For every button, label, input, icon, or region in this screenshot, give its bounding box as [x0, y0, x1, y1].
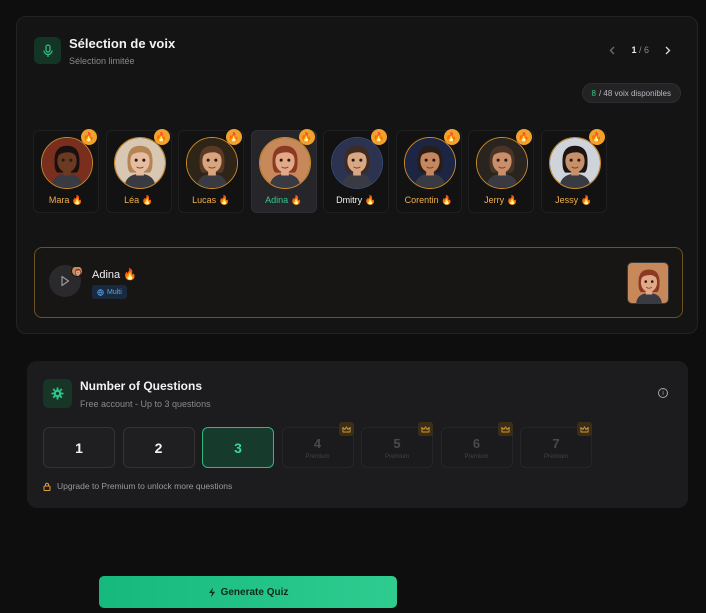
question-count-option-3[interactable]: 3 — [202, 427, 274, 468]
avatar — [548, 137, 601, 189]
voice-card-lucas[interactable]: 🔥 Lucas 🔥 — [178, 129, 244, 213]
question-count-option-6[interactable]: 6 Premium — [440, 422, 513, 468]
voice-selection-panel: Sélection de voix Sélection limitée 1 / … — [16, 16, 698, 334]
voice-pagination: 1 / 6 — [603, 43, 677, 57]
crown-icon — [338, 422, 354, 436]
chevron-right-icon[interactable] — [659, 43, 677, 57]
avatar — [258, 137, 311, 189]
gear-icon — [43, 379, 72, 408]
crown-icon — [418, 422, 433, 436]
number-of-questions-panel: Number of Questions Free account - Up to… — [27, 361, 688, 508]
flame-icon: 🔥 — [443, 129, 460, 145]
voice-card-léa[interactable]: 🔥 Léa 🔥 — [105, 129, 172, 213]
premium-label: Premium — [384, 453, 409, 460]
flame-icon: 🔥 — [588, 129, 605, 145]
available-voices-badge: 8 / 48 voix disponibles — [581, 83, 681, 103]
flame-icon: 🔥 — [298, 129, 315, 145]
question-count-option-7[interactable]: 7 Premium — [520, 422, 592, 468]
voice-name: Lucas 🔥 — [192, 195, 230, 205]
microphone-icon — [34, 37, 61, 64]
option-number: 3 — [234, 439, 242, 456]
question-count-option-1[interactable]: 1 — [43, 427, 115, 468]
play-icon — [61, 275, 70, 287]
multi-badge: Multi — [92, 285, 127, 299]
voice-preview-player: Adina 🔥 Multi — [34, 247, 683, 318]
lock-icon — [43, 482, 51, 491]
chevron-left-icon[interactable] — [603, 43, 621, 57]
questions-subtitle: Free account - Up to 3 questions — [80, 399, 211, 409]
avatar — [331, 137, 383, 189]
voice-name: Léa 🔥 — [124, 195, 153, 205]
info-icon[interactable]: i — [658, 388, 668, 398]
voice-name: Corentin 🔥 — [404, 195, 453, 205]
voice-card-adina[interactable]: 🔥 Adina 🔥 — [250, 129, 317, 213]
voice-card-jessy[interactable]: 🔥 Jessy 🔥 — [540, 129, 607, 213]
globe-icon — [97, 288, 104, 296]
option-number: 4 — [313, 435, 322, 451]
crown-icon — [497, 422, 513, 436]
option-number: 1 — [75, 439, 83, 456]
flame-icon: 🔥 — [226, 129, 242, 145]
voice-name: Jerry 🔥 — [484, 195, 518, 205]
avatar — [403, 137, 456, 189]
preview-mini-avatar — [71, 265, 83, 277]
premium-label: Premium — [464, 453, 489, 460]
option-number: 2 — [154, 439, 163, 456]
question-count-option-4[interactable]: 4 Premium — [281, 422, 354, 468]
flame-icon: 🔥 — [153, 129, 170, 145]
voice-card-jerry[interactable]: 🔥 Jerry 🔥 — [468, 129, 534, 213]
lightning-icon — [208, 587, 215, 597]
voice-panel-subtitle: Sélection limitée — [69, 56, 135, 66]
voice-name: Adina 🔥 — [265, 195, 302, 205]
question-count-option-2[interactable]: 2 — [122, 427, 195, 468]
flame-icon: 🔥 — [371, 129, 387, 145]
generate-quiz-label: Generate Quiz — [220, 586, 289, 598]
voice-panel-title: Sélection de voix — [69, 36, 176, 51]
avatar — [41, 137, 93, 189]
premium-label: Premium — [543, 453, 568, 460]
voice-name: Dmitry 🔥 — [336, 195, 376, 205]
flame-icon: 🔥 — [516, 129, 532, 145]
upgrade-notice: Upgrade to Premium to unlock more questi… — [43, 481, 232, 491]
flame-icon: 🔥 — [81, 129, 97, 145]
avatar — [476, 137, 528, 189]
avatar — [113, 137, 166, 189]
option-number: 6 — [472, 435, 481, 451]
preview-avatar-thumbnail — [627, 262, 669, 304]
avatar — [186, 137, 238, 189]
generate-quiz-button[interactable]: Generate Quiz — [99, 576, 397, 608]
questions-title: Number of Questions — [80, 379, 203, 393]
voice-card-corentin[interactable]: 🔥 Corentin 🔥 — [395, 129, 462, 213]
voice-name: Jessy 🔥 — [555, 195, 592, 205]
premium-label: Premium — [305, 453, 330, 460]
question-count-option-5[interactable]: 5 Premium — [361, 422, 433, 468]
voice-card-dmitry[interactable]: 🔥 Dmitry 🔥 — [323, 129, 389, 213]
option-number: 5 — [393, 435, 401, 451]
crown-icon — [577, 422, 592, 436]
voice-name: Mara 🔥 — [48, 195, 84, 205]
option-number: 7 — [552, 435, 560, 451]
page-indicator: 1 / 6 — [631, 45, 649, 55]
voice-card-mara[interactable]: 🔥 Mara 🔥 — [33, 129, 99, 213]
preview-voice-name: Adina 🔥 — [92, 269, 137, 281]
